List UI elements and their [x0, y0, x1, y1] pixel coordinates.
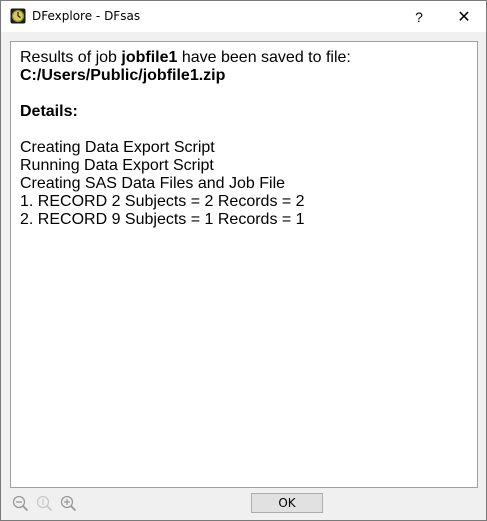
- zoom-in-icon: [60, 495, 77, 512]
- title-bar: DFexplore - DFsas ? ✕: [1, 1, 486, 32]
- window-title: DFexplore - DFsas: [32, 9, 141, 23]
- help-button[interactable]: ?: [396, 1, 442, 32]
- zoom-in-button[interactable]: [58, 493, 79, 514]
- message-text: Results of job jobfile1 have been saved …: [20, 49, 471, 229]
- detail-line: 2. RECORD 9 Subjects = 1 Records = 1: [20, 211, 305, 228]
- detail-line: Running Data Export Script: [20, 157, 214, 174]
- app-clock-icon: [10, 8, 26, 24]
- zoom-reset-button[interactable]: [34, 493, 55, 514]
- file-path: C:/Users/Public/jobfile1.zip: [20, 67, 226, 84]
- close-button[interactable]: ✕: [441, 1, 487, 32]
- detail-line: 1. RECORD 2 Subjects = 2 Records = 2: [20, 193, 305, 210]
- close-icon: ✕: [457, 8, 471, 26]
- detail-line: Creating Data Export Script: [20, 139, 215, 156]
- intro-suffix: have been saved to file:: [177, 49, 351, 66]
- zoom-out-icon: [12, 495, 29, 512]
- intro-prefix: Results of job: [20, 49, 122, 66]
- ok-button[interactable]: OK: [251, 493, 323, 513]
- details-heading: Details:: [20, 103, 78, 120]
- intro-line: Results of job jobfile1 have been saved …: [20, 49, 471, 67]
- job-name: jobfile1: [121, 49, 178, 66]
- zoom-out-button[interactable]: [10, 493, 31, 514]
- zoom-reset-icon: [36, 495, 53, 512]
- message-panel: Results of job jobfile1 have been saved …: [10, 41, 478, 488]
- detail-line: Creating SAS Data Files and Job File: [20, 175, 286, 192]
- help-icon: ?: [415, 8, 423, 25]
- dialog-window: DFexplore - DFsas ? ✕ Results of job job…: [0, 0, 487, 521]
